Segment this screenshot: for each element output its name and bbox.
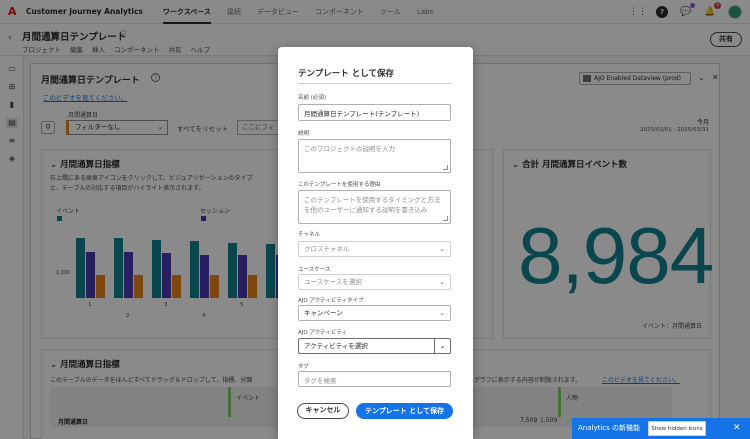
chevron-down-icon: ⌄	[439, 278, 445, 286]
usecase-label: ユースケース	[298, 267, 331, 273]
close-icon[interactable]: ✕	[733, 418, 741, 439]
name-label: 名前 (必須)	[298, 95, 327, 101]
tag-label: タグ	[298, 364, 310, 370]
description-label: 説明	[298, 131, 310, 137]
channel-label: チャネル	[298, 232, 320, 238]
save-template-button[interactable]: テンプレート として保存	[356, 403, 453, 419]
chevron-down-icon: ⌄	[439, 309, 445, 317]
ajo-type-select[interactable]: キャンペーン ⌄	[298, 305, 451, 321]
save-template-dialog: テンプレート として保存 名前 (必須) 月間通算日テンプレート(テンプレート)…	[278, 47, 473, 439]
dialog-title: テンプレート として保存	[298, 69, 394, 79]
reason-placeholder: このテンプレートを使用するタイミングと方法を他のユーザーに通知する説明を書き込み	[304, 196, 441, 214]
ajo-activity-value: アクティビティを選択	[304, 342, 368, 350]
usecase-value: ユースケースを選択	[304, 278, 362, 286]
reason-label: このテンプレートを使用する理由	[298, 182, 381, 188]
resize-handle-icon[interactable]	[443, 216, 448, 221]
toast-message: Analytics の新機能	[578, 424, 641, 432]
ajo-type-value: キャンペーン	[304, 309, 343, 317]
show-hidden-icons-button[interactable]: Show hidden icons	[648, 421, 706, 436]
ajo-type-label: AJO アクティビティタイプ	[298, 298, 364, 304]
dialog-divider	[298, 83, 452, 84]
reason-field[interactable]: このテンプレートを使用するタイミングと方法を他のユーザーに通知する説明を書き込み	[298, 190, 451, 224]
tag-search-input[interactable]: タグを検索	[298, 371, 451, 387]
ajo-activity-label: AJO アクティビティ	[298, 330, 348, 336]
cancel-button[interactable]: キャンセル	[297, 403, 349, 419]
usecase-select[interactable]: ユースケースを選択 ⌄	[298, 274, 451, 290]
description-field[interactable]: このプロジェクトの説明を入力	[298, 139, 451, 173]
description-placeholder: このプロジェクトの説明を入力	[304, 145, 395, 153]
chevron-down-icon: ⌄	[439, 245, 445, 253]
name-field[interactable]: 月間通算日テンプレート(テンプレート)	[298, 104, 451, 121]
resize-handle-icon[interactable]	[443, 165, 448, 170]
ajo-activity-combobox[interactable]: アクティビティを選択 ⌄	[298, 338, 451, 354]
channel-value: クロスチャネル	[304, 245, 350, 253]
channel-select[interactable]: クロスチャネル ⌄	[298, 241, 451, 257]
chevron-down-icon[interactable]: ⌄	[434, 339, 450, 353]
